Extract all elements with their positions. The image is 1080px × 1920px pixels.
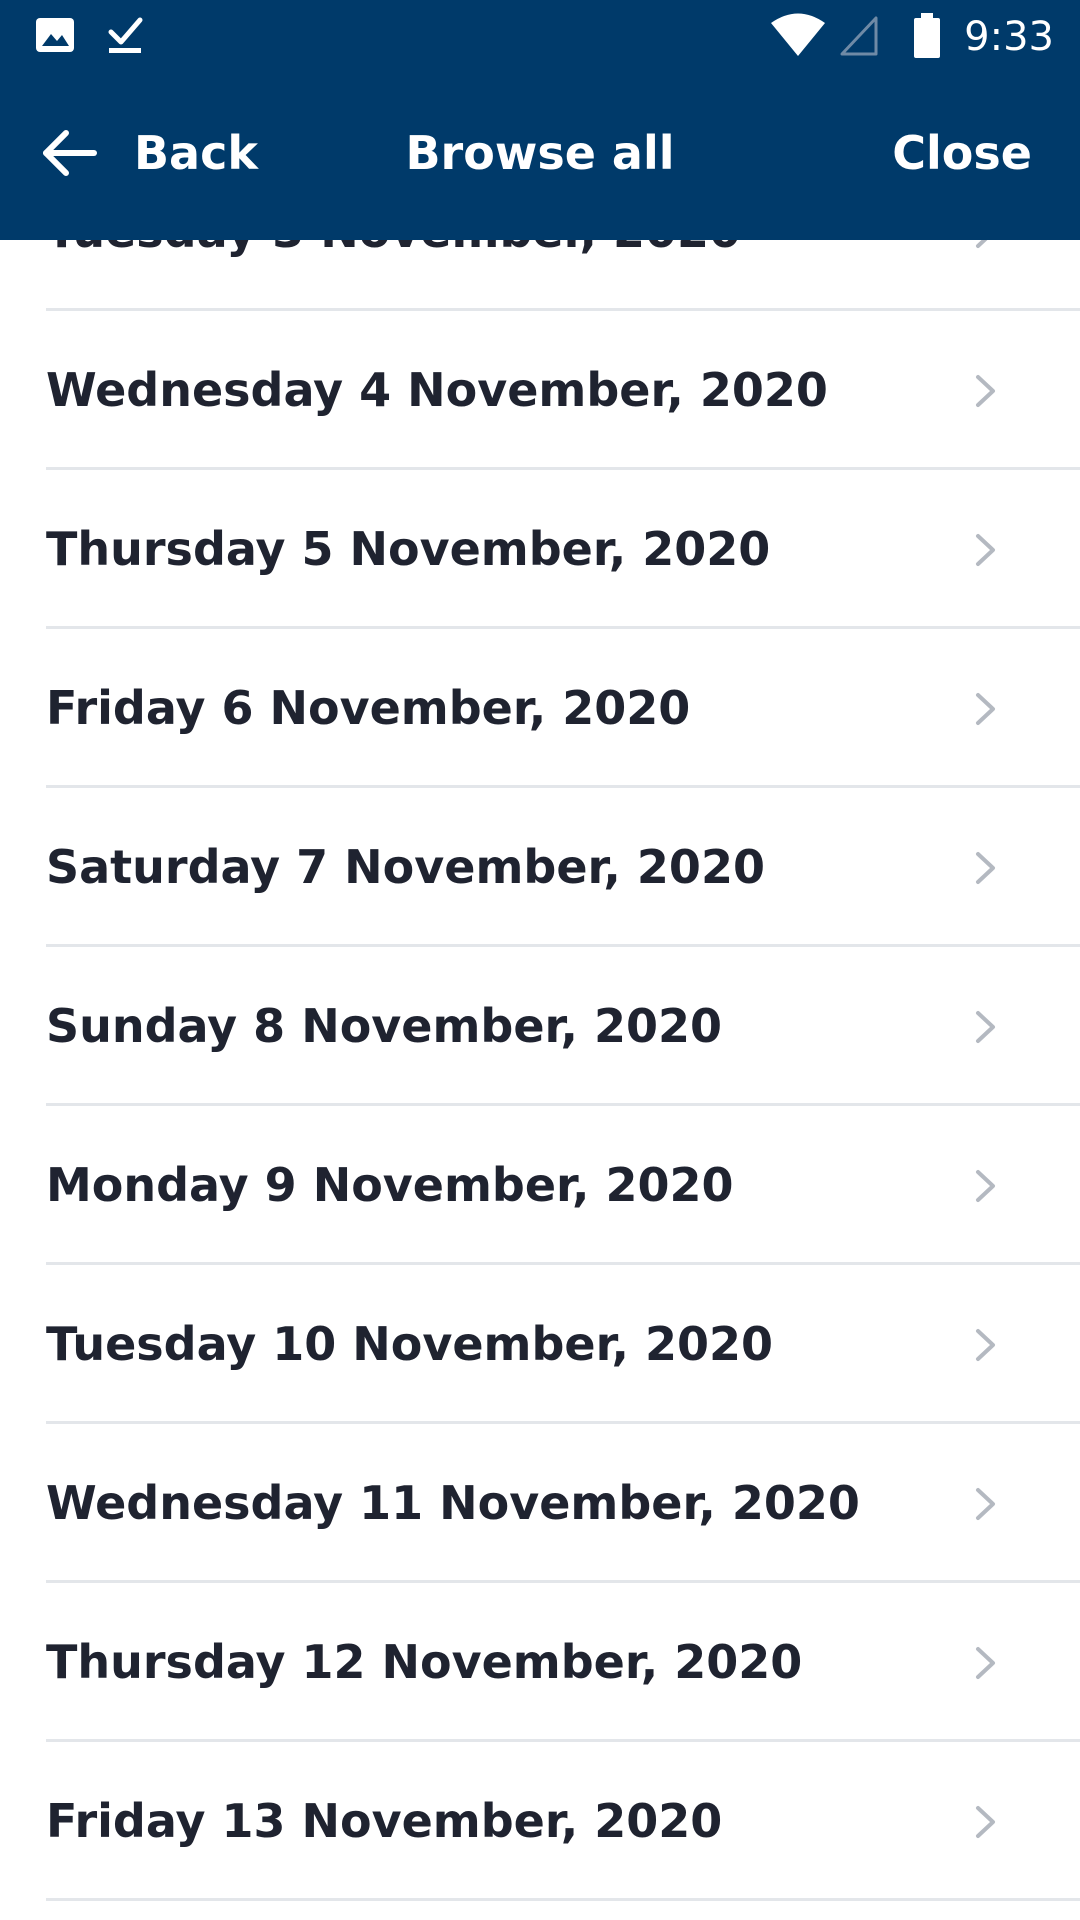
toolbar: Back Browse all Close — [0, 73, 1080, 240]
date-list-item[interactable]: Thursday 12 November, 2020 — [0, 1583, 1080, 1742]
wifi-icon — [771, 13, 825, 56]
chevron-right-icon — [976, 1488, 995, 1520]
row-divider — [46, 1898, 1080, 1901]
chevron-right-icon — [976, 693, 995, 725]
chevron-right-icon — [976, 852, 995, 884]
date-list-item[interactable]: Sunday 8 November, 2020 — [0, 947, 1080, 1106]
date-list-item[interactable]: Wednesday 11 November, 2020 — [0, 1424, 1080, 1583]
chevron-right-icon — [976, 1329, 995, 1361]
status-bar: 9:33 — [0, 0, 1080, 73]
date-list-item[interactable]: Tuesday 10 November, 2020 — [0, 1265, 1080, 1424]
date-label: Sunday 8 November, 2020 — [46, 999, 722, 1053]
chevron-right-icon — [976, 375, 995, 407]
chevron-right-icon — [976, 1170, 995, 1202]
chevron-right-icon — [976, 1806, 995, 1838]
download-done-icon — [108, 17, 143, 53]
date-list-item[interactable]: Friday 13 November, 2020 — [0, 1742, 1080, 1901]
image-icon — [36, 18, 74, 52]
date-label: Thursday 12 November, 2020 — [46, 1635, 803, 1689]
date-list[interactable]: Tuesday 3 November, 2020 Wednesday 4 Nov… — [0, 0, 1080, 1920]
date-label: Tuesday 10 November, 2020 — [46, 1317, 774, 1371]
date-list-item[interactable]: Monday 9 November, 2020 — [0, 1106, 1080, 1265]
date-list-item[interactable]: Friday 6 November, 2020 — [0, 629, 1080, 788]
date-list-item[interactable]: Wednesday 4 November, 2020 — [0, 311, 1080, 470]
date-label: Wednesday 4 November, 2020 — [46, 363, 828, 417]
date-label: Saturday 7 November, 2020 — [46, 840, 765, 894]
signal-icon — [840, 16, 878, 56]
date-label: Thursday 5 November, 2020 — [46, 522, 771, 576]
date-list-item[interactable]: Thursday 5 November, 2020 — [0, 470, 1080, 629]
date-label: Friday 13 November, 2020 — [46, 1794, 723, 1848]
status-time: 9:33 — [964, 14, 1054, 60]
date-list-item[interactable]: Saturday 7 November, 2020 — [0, 788, 1080, 947]
chevron-right-icon — [976, 1647, 995, 1679]
chevron-right-icon — [976, 1011, 995, 1043]
date-label: Friday 6 November, 2020 — [46, 681, 691, 735]
close-button[interactable]: Close — [892, 113, 1032, 193]
app-header: 9:33 Back Browse all Close — [0, 0, 1080, 240]
battery-icon — [914, 13, 940, 58]
date-label: Monday 9 November, 2020 — [46, 1158, 734, 1212]
chevron-right-icon — [976, 534, 995, 566]
date-label: Wednesday 11 November, 2020 — [46, 1476, 860, 1530]
